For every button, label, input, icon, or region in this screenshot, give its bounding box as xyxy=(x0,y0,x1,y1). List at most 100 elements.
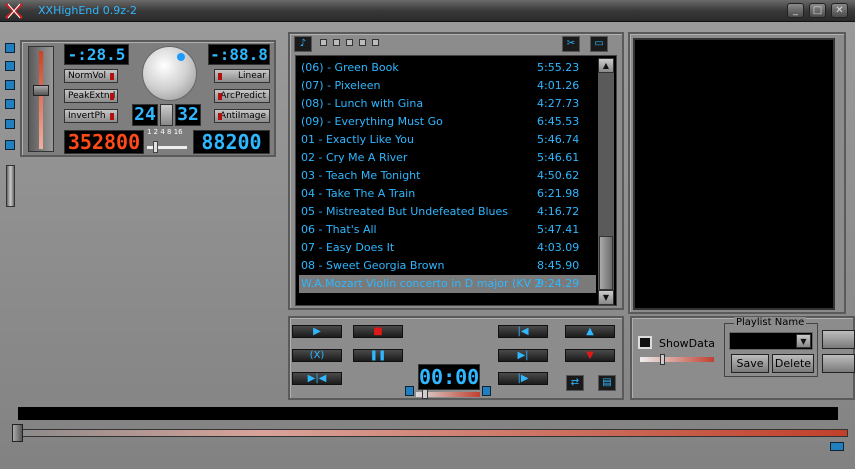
bits-right-display: 32 xyxy=(175,104,201,126)
corner-icon[interactable] xyxy=(830,442,844,451)
scroll-thumb[interactable] xyxy=(599,236,613,290)
extra-button-2[interactable] xyxy=(822,354,855,373)
tools-icon[interactable]: ✂ xyxy=(562,36,580,52)
list-icon[interactable]: ▤ xyxy=(598,375,616,391)
playlist-row[interactable]: (09) - Everything Must Go 6:45.53 xyxy=(299,113,596,131)
playlist-row[interactable]: 08 - Sweet Georgia Brown 8:45.90 xyxy=(299,257,596,275)
window-icon[interactable]: ▭ xyxy=(590,36,608,52)
playlist-row[interactable]: 03 - Teach Me Tonight 4:50.62 xyxy=(299,167,596,185)
link-icon[interactable]: ⇄ xyxy=(566,375,584,391)
minimize-icon[interactable]: _ xyxy=(787,3,804,18)
down-button[interactable]: ▼ xyxy=(565,349,615,362)
playlist-row[interactable]: 04 - Take The A Train 6:21.98 xyxy=(299,185,596,203)
scroll-up-icon[interactable]: ▲ xyxy=(598,58,614,73)
antiimage-led-icon xyxy=(218,113,222,120)
playlist-row[interactable]: 06 - That's All 5:47.41 xyxy=(299,221,596,239)
forward-button[interactable]: |▶ xyxy=(498,372,548,385)
volume-slider-thumb[interactable] xyxy=(33,85,49,96)
play-button[interactable]: ▶ xyxy=(292,325,342,338)
seek-thumb[interactable] xyxy=(12,424,23,442)
playlist-name-select[interactable]: ▼ xyxy=(729,332,813,350)
playlist-row[interactable]: 02 - Cry Me A River 5:46.61 xyxy=(299,149,596,167)
up-button[interactable]: ▲ xyxy=(565,325,615,338)
indicator-3-icon[interactable] xyxy=(346,39,353,46)
side-slider[interactable] xyxy=(6,165,15,207)
arcpredict-led-icon xyxy=(218,93,222,100)
invertph-led-icon xyxy=(110,113,114,120)
normvol-button[interactable]: NormVol xyxy=(64,69,118,83)
playlist-row[interactable]: (06) - Green Book 5:55.23 xyxy=(299,59,596,77)
showdata-checkbox[interactable] xyxy=(638,336,652,349)
track-duration: 4:01.26 xyxy=(537,79,580,92)
linear-led-icon xyxy=(218,73,222,80)
invertph-button[interactable]: InvertPh xyxy=(64,109,118,123)
side-button-2[interactable] xyxy=(5,61,15,71)
track-name: 05 - Mistreated But Undefeated Blues xyxy=(301,205,509,218)
upsample-ratio-thumb[interactable] xyxy=(153,141,158,153)
normvol-led-icon xyxy=(110,73,114,80)
peakextnd-button[interactable]: PeakExtnd xyxy=(64,89,118,103)
side-button-1[interactable] xyxy=(5,43,15,53)
arcpredict-button[interactable]: ArcPredict xyxy=(214,89,270,103)
track-name: 08 - Sweet Georgia Brown xyxy=(301,259,445,272)
playlist[interactable]: (06) - Green Book 5:55.23 (07) - Pixeleen 4… xyxy=(295,55,617,306)
showdata-slider[interactable] xyxy=(640,354,714,365)
shuffle-button[interactable]: (X) xyxy=(292,349,342,362)
position-thumb[interactable] xyxy=(422,389,428,399)
side-button-6[interactable] xyxy=(5,140,15,150)
delete-button[interactable]: Delete xyxy=(772,354,814,373)
scroll-down-icon[interactable]: ▼ xyxy=(598,290,614,305)
track-name: 02 - Cry Me A River xyxy=(301,151,408,164)
side-button-4[interactable] xyxy=(5,99,15,109)
rewind-button[interactable]: ▶|◀ xyxy=(292,372,342,385)
stop-button[interactable]: ■ xyxy=(353,325,403,338)
track-duration: 4:16.72 xyxy=(537,205,580,218)
music-note-icon[interactable]: ♪ xyxy=(294,36,312,52)
playlist-row[interactable]: 07 - Easy Does It 4:03.09 xyxy=(299,239,596,257)
track-name: (09) - Everything Must Go xyxy=(301,115,443,128)
close-icon[interactable]: ✕ xyxy=(831,3,848,18)
indicator-5-icon[interactable] xyxy=(372,39,379,46)
indicator-4-icon[interactable] xyxy=(359,39,366,46)
track-name: (08) - Lunch with Gina xyxy=(301,97,424,110)
showdata-thumb[interactable] xyxy=(660,354,665,365)
output-samplerate-display: 88200 xyxy=(193,130,270,154)
volume-slider-track[interactable] xyxy=(28,46,54,152)
title-bar[interactable]: XXHighEnd 0.9z-2 _ □ ✕ xyxy=(0,0,855,22)
antiimage-button[interactable]: AntiImage xyxy=(214,109,270,123)
pause-button[interactable]: ❚❚ xyxy=(353,349,403,362)
seek-bar[interactable] xyxy=(12,429,848,437)
position-slider[interactable] xyxy=(416,389,480,399)
playlist-row[interactable]: (07) - Pixeleen 4:01.26 xyxy=(299,77,596,95)
track-duration: 9:24.29 xyxy=(537,277,580,290)
playlist-row[interactable]: (08) - Lunch with Gina 4:27.73 xyxy=(299,95,596,113)
playlist-row[interactable]: W.A.Mozart Violin concerto in D major (K… xyxy=(299,275,596,293)
volume-knob[interactable] xyxy=(142,46,197,101)
maximize-icon[interactable]: □ xyxy=(809,3,826,18)
track-name: W.A.Mozart Violin concerto in D major (K… xyxy=(301,277,542,290)
indicator-2-icon[interactable] xyxy=(333,39,340,46)
peakextnd-led-icon xyxy=(110,93,114,100)
showdata-label: ShowData xyxy=(659,337,715,350)
side-button-3[interactable] xyxy=(5,80,15,90)
upsample-ratio-slider[interactable] xyxy=(147,141,187,153)
playlist-scrollbar[interactable]: ▲ ▼ xyxy=(598,58,614,305)
indicator-1-icon[interactable] xyxy=(320,39,327,46)
secondary-display: -:88.8 xyxy=(208,44,270,65)
extra-button-1[interactable] xyxy=(822,330,855,349)
dropdown-arrow-icon[interactable]: ▼ xyxy=(796,334,811,348)
bits-switch[interactable] xyxy=(160,104,173,126)
playlist-row[interactable]: 05 - Mistreated But Undefeated Blues 4:16… xyxy=(299,203,596,221)
upsample-ratio-labels: 1 2 4 8 16 xyxy=(147,128,183,136)
invertph-label: InvertPh xyxy=(68,111,106,121)
previous-button[interactable]: |◀ xyxy=(498,325,548,338)
bits-left-display: 24 xyxy=(132,104,158,126)
time-right-icon[interactable] xyxy=(482,386,491,396)
save-button[interactable]: Save xyxy=(731,354,769,373)
playlist-row[interactable]: 01 - Exactly Like You 5:46.74 xyxy=(299,131,596,149)
time-left-icon[interactable] xyxy=(405,386,414,396)
playlist-name-label: Playlist Name xyxy=(734,317,807,328)
side-button-5[interactable] xyxy=(5,119,15,129)
next-button[interactable]: ▶| xyxy=(498,349,548,362)
linear-button[interactable]: Linear xyxy=(214,69,270,83)
